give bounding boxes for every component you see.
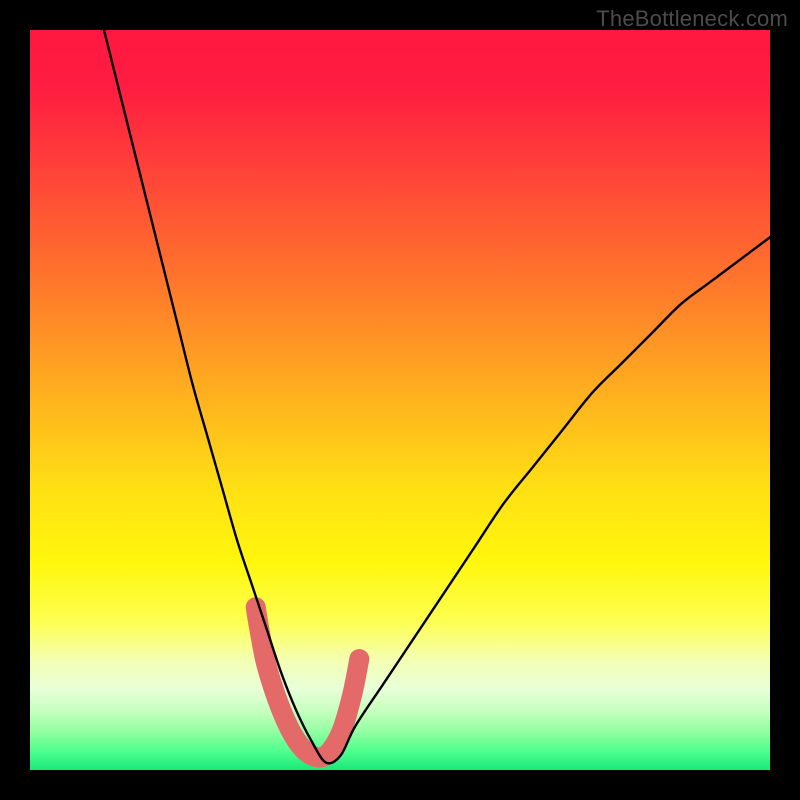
- watermark-text: TheBottleneck.com: [596, 6, 788, 32]
- chart-frame: TheBottleneck.com: [0, 0, 800, 800]
- curve-layer: [30, 30, 770, 770]
- bottleneck-curve: [104, 30, 770, 763]
- plot-area: [30, 30, 770, 770]
